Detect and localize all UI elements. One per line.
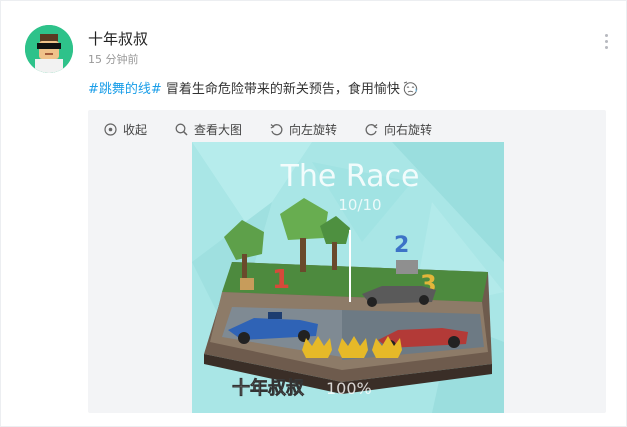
rotate-left-button[interactable]: 向左旋转 [270, 121, 337, 138]
game-screenshot[interactable]: The Race 10/10 1 2 3 十年叔叔 100% [192, 142, 504, 413]
post-text: 冒着生命危险带来的新关预告，食用愉快 [161, 82, 400, 97]
collapse-label: 收起 [123, 122, 148, 137]
marker-1: 1 [272, 265, 290, 295]
hashtag-link[interactable]: #跳舞的线# [88, 82, 162, 97]
rotate-left-label: 向左旋转 [289, 122, 338, 137]
marker-2: 2 [394, 233, 409, 258]
more-options-icon[interactable] [602, 34, 612, 52]
collapse-icon [104, 122, 117, 136]
post-card: 十年叔叔 15 分钟前 #跳舞的线# 冒着生命危险带来的新关预告，食用愉快 收起 [0, 0, 627, 427]
game-level: 10/10 [338, 196, 381, 214]
game-title: The Race [280, 159, 420, 194]
crying-face-icon [402, 81, 419, 96]
rotate-left-icon [270, 123, 283, 135]
search-icon [175, 123, 188, 136]
post-time: 15 分钟前 [88, 53, 139, 66]
avatar-image [25, 25, 73, 73]
collapse-button[interactable]: 收起 [104, 121, 147, 138]
image-toolbar: 收起 查看大图 向左旋转 向右旋转 [104, 120, 460, 138]
author-name[interactable]: 十年叔叔 [88, 28, 148, 49]
rotate-right-label: 向右旋转 [384, 122, 433, 137]
image-viewer: 收起 查看大图 向左旋转 向右旋转 The Race 10/10 1 2 3 十… [88, 110, 606, 413]
post-content: #跳舞的线# 冒着生命危险带来的新关预告，食用愉快 [88, 78, 419, 97]
watermark-text: 十年叔叔 [232, 377, 305, 399]
view-large-button[interactable]: 查看大图 [175, 121, 242, 138]
avatar[interactable] [25, 25, 73, 73]
rotate-right-icon [365, 123, 378, 135]
view-large-label: 查看大图 [194, 122, 243, 137]
progress-percent: 100% [326, 379, 372, 398]
rotate-right-button[interactable]: 向右旋转 [365, 121, 432, 138]
